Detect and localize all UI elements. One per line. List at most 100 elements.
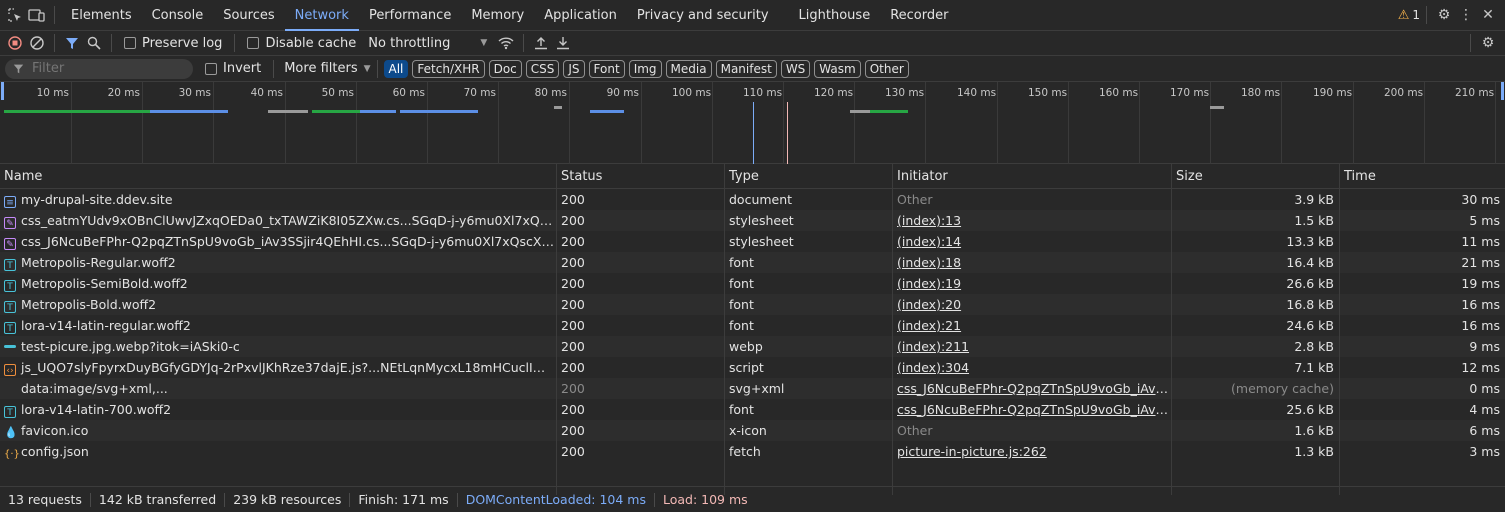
tab-memory[interactable]: Memory [461, 0, 534, 31]
checkbox-box[interactable] [247, 37, 260, 49]
filter-chip-media[interactable]: Media [665, 59, 712, 78]
cell-initiator[interactable]: (index):18 [893, 252, 1172, 273]
filter-chip-fetch-xhr[interactable]: Fetch/XHR [412, 59, 485, 78]
filter-chip-ws[interactable]: WS [780, 59, 811, 78]
cell-name[interactable]: Tlora-v14-latin-regular.woff2 [0, 315, 557, 336]
cell-initiator[interactable]: css_J6NcuBeFPhr-Q2pqZTnSpU9voGb_iAv3SS [893, 399, 1172, 420]
device-toolbar-icon[interactable] [26, 4, 48, 26]
filter-chip-doc[interactable]: Doc [488, 59, 522, 78]
filter-chip-js[interactable]: JS [563, 59, 585, 78]
table-row[interactable]: T Metropolis-Regular.woff2 200 font (index):… [0, 252, 1505, 273]
export-har-icon[interactable] [552, 32, 574, 54]
tab-privacy-and-security[interactable]: Privacy and security [627, 0, 779, 31]
filter-input[interactable] [32, 61, 182, 76]
tab-elements[interactable]: Elements [61, 0, 142, 31]
import-har-icon[interactable] [530, 32, 552, 54]
table-row[interactable]: T Metropolis-Bold.woff2 200 font (index):20 1… [0, 294, 1505, 315]
throttling-select[interactable]: No throttling ▼ [368, 36, 487, 51]
cell-name[interactable]: data:image/svg+xml,... [0, 378, 557, 399]
cell-initiator[interactable]: picture-in-picture.js:262 [893, 441, 1172, 462]
inspect-element-icon[interactable] [4, 4, 26, 26]
cell-name[interactable]: T Metropolis-Regular.woff2 [0, 252, 557, 273]
cell-name[interactable]: ‹› js_UQO7slyFpyrxDuyBGfyGDYJq-2rPxvlJKhR… [0, 357, 557, 378]
cell-initiator[interactable]: (index):13 [893, 210, 1172, 231]
table-row[interactable]: data:image/svg+xml,... 200 svg+xml css_J6Nc… [0, 378, 1505, 399]
cell-name[interactable]: ≡ my-drupal-site.ddev.site [0, 189, 557, 210]
filter-chip-font[interactable]: Font [588, 59, 625, 78]
filter-chip-manifest[interactable]: Manifest [715, 59, 777, 78]
column-header-status[interactable]: Status [557, 164, 725, 188]
checkbox-box[interactable] [124, 37, 136, 49]
cell-name[interactable]: Tlora-v14-latin-700.woff2 [0, 399, 557, 420]
timeline-right-handle[interactable] [1501, 82, 1504, 100]
clear-icon[interactable] [26, 32, 48, 54]
filter-chip-all[interactable]: All [383, 59, 409, 78]
table-row[interactable]: 💧 favicon.ico 200 x-icon Other 1.6 kB 6 ms [0, 420, 1505, 441]
cell-initiator[interactable]: (index):20 [893, 294, 1172, 315]
filter-chip-css[interactable]: CSS [525, 59, 560, 78]
disable-cache-checkbox[interactable]: Disable cache [247, 36, 356, 51]
tab-console[interactable]: Console [142, 0, 214, 31]
tab-recorder[interactable]: Recorder [880, 0, 958, 31]
cell-initiator[interactable]: css_J6NcuBeFPhr-Q2pqZTnSpU9voGb_iAv3SS [893, 378, 1172, 399]
filter-chip-other[interactable]: Other [864, 59, 909, 78]
more-options-icon[interactable]: ⋮ [1455, 4, 1477, 26]
preserve-log-checkbox[interactable]: Preserve log [124, 36, 222, 51]
table-row[interactable]: ‹› js_UQO7slyFpyrxDuyBGfyGDYJq-2rPxvlJKhR… [0, 357, 1505, 378]
search-icon[interactable] [83, 32, 105, 54]
record-stop-icon[interactable] [4, 32, 26, 54]
column-header-time[interactable]: Time [1340, 164, 1505, 188]
column-header-name[interactable]: Name [0, 164, 557, 188]
filter-chip-img[interactable]: Img [628, 59, 662, 78]
column-header-type[interactable]: Type [725, 164, 893, 188]
network-settings-gear-icon[interactable]: ⚙ [1477, 32, 1499, 54]
network-conditions-wifi-icon[interactable] [495, 32, 517, 54]
tab-performance[interactable]: Performance [359, 0, 461, 31]
timeline-tick-label: 10 ms [36, 87, 69, 99]
table-row[interactable]: Tlora-v14-latin-700.woff2 200 font css_J6Nc… [0, 399, 1505, 420]
table-row[interactable]: ✎ css_J6NcuBeFPhr-Q2pqZTnSpU9voGb_iAv3SSj… [0, 231, 1505, 252]
cell-name[interactable]: test-picure.jpg.webp?itok=iASki0-c [0, 336, 557, 357]
tab-network[interactable]: Network [284, 0, 359, 31]
cell-name[interactable]: T Metropolis-Bold.woff2 [0, 294, 557, 315]
filter-input-box[interactable] [5, 58, 193, 79]
cell-initiator[interactable]: (index):211 [893, 336, 1172, 357]
table-row[interactable]: Tlora-v14-latin-regular.woff2 200 font (ind… [0, 315, 1505, 336]
cell-name[interactable]: 💧 favicon.ico [0, 420, 557, 441]
cell-name[interactable]: ✎ css_J6NcuBeFPhr-Q2pqZTnSpU9voGb_iAv3SSj… [0, 231, 557, 252]
table-row[interactable]: ≡ my-drupal-site.ddev.site 200 document Othe… [0, 189, 1505, 210]
tab-application[interactable]: Application [534, 0, 627, 31]
filter-funnel-icon[interactable] [61, 32, 83, 54]
table-row[interactable]: test-picure.jpg.webp?itok=iASki0-c 200 web… [0, 336, 1505, 357]
cell-name[interactable]: T Metropolis-SemiBold.woff2 [0, 273, 557, 294]
settings-gear-icon[interactable]: ⚙ [1433, 4, 1455, 26]
tab-sources[interactable]: Sources [213, 0, 284, 31]
cell-initiator[interactable]: (index):19 [893, 273, 1172, 294]
cell-type: fetch [725, 441, 893, 462]
checkbox-box[interactable] [205, 62, 217, 75]
cell-initiator[interactable]: (index):304 [893, 357, 1172, 378]
close-icon[interactable]: ✕ [1477, 4, 1499, 26]
cell-initiator[interactable]: (index):14 [893, 231, 1172, 252]
more-filters-dropdown[interactable]: More filters ▼ [284, 61, 370, 76]
cell-status-text: 200 [561, 402, 585, 417]
cell-initiator[interactable]: (index):21 [893, 315, 1172, 336]
column-header-initiator[interactable]: Initiator [893, 164, 1172, 188]
invert-checkbox[interactable]: Invert [205, 61, 261, 76]
timeline-tick-label: 20 ms [107, 87, 140, 99]
table-row[interactable]: {·}config.json 200 fetch picture-in-picture… [0, 441, 1505, 462]
filter-chip-wasm[interactable]: Wasm [814, 59, 861, 78]
cell-status-text: 200 [561, 297, 585, 312]
cell-name[interactable]: ✎ css_eatmYUdv9xOBnClUwvJZxqOEDa0_txTAWZi… [0, 210, 557, 231]
column-header-size[interactable]: Size [1172, 164, 1340, 188]
cell-name[interactable]: {·}config.json [0, 441, 557, 462]
tab-lighthouse[interactable]: Lighthouse [789, 0, 881, 31]
network-overview-timeline[interactable]: 10 ms 20 ms 30 ms 40 ms 50 ms 60 ms 70 ms 80 ms… [0, 82, 1505, 164]
table-row[interactable]: T Metropolis-SemiBold.woff2 200 font (index)… [0, 273, 1505, 294]
timeline-left-handle[interactable] [1, 82, 4, 100]
timeline-gridline [1353, 82, 1354, 164]
warnings-badge[interactable]: ⚠ 1 [1398, 8, 1420, 23]
table-row[interactable]: ✎ css_eatmYUdv9xOBnClUwvJZxqOEDa0_txTAWZi… [0, 210, 1505, 231]
timeline-gridline [71, 82, 72, 164]
timeline-gridline [997, 82, 998, 164]
